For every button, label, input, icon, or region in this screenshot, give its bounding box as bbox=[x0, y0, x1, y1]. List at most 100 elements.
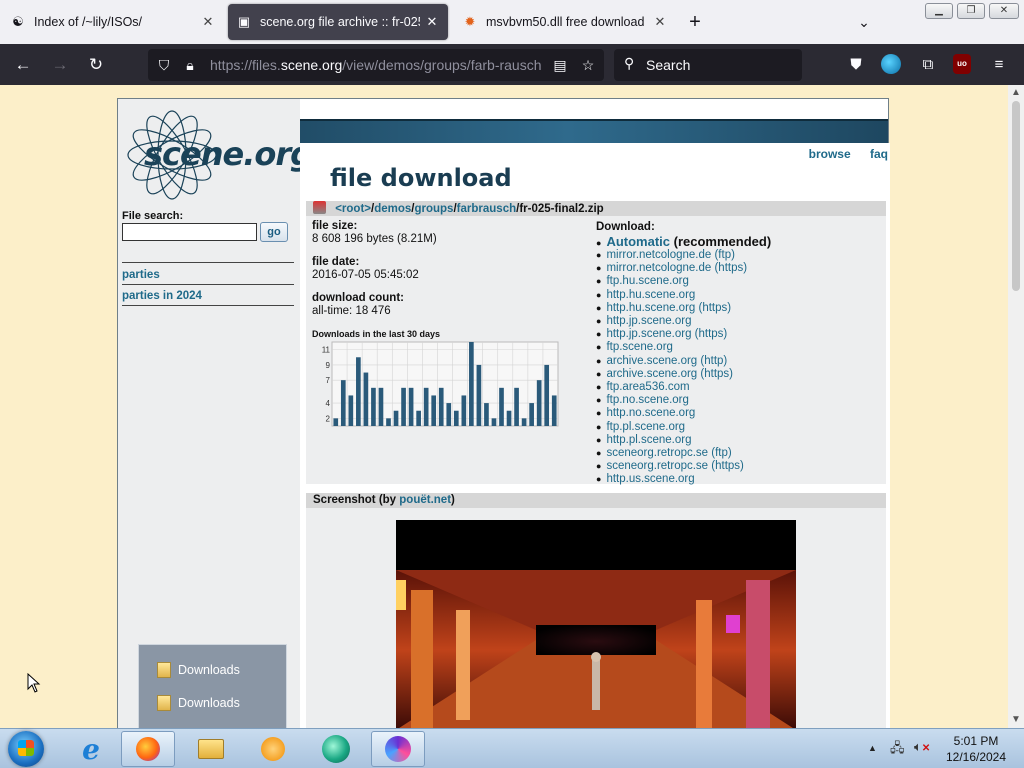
bullet: ● bbox=[596, 342, 602, 353]
tab-close-icon[interactable]: ✕ bbox=[200, 14, 216, 30]
extension-globe-icon[interactable] bbox=[881, 54, 903, 76]
network-icon[interactable]: 🖧︎ bbox=[890, 739, 908, 755]
pocket-icon[interactable]: ⛊ bbox=[845, 54, 867, 76]
taskbar-app-icon[interactable] bbox=[371, 731, 425, 767]
mirror-link[interactable]: ● archive.scene.org (https) bbox=[596, 368, 881, 381]
chart-y-tick-label: 9 bbox=[326, 361, 331, 370]
address-bar[interactable]: ⛉ 🔒︎ https://files.scene.org/view/demos/… bbox=[148, 49, 604, 81]
chart-bar bbox=[484, 403, 489, 426]
nav-link-faq[interactable]: faq bbox=[870, 147, 888, 161]
mirror-link[interactable]: ● http.hu.scene.org (https) bbox=[596, 302, 881, 315]
internet-explorer-icon[interactable]: e bbox=[64, 731, 118, 767]
screenshot-panel bbox=[306, 508, 886, 728]
screenshot-header: Screenshot (by pouët.net) bbox=[306, 493, 886, 508]
system-clock[interactable]: 5:01 PM 12/16/2024 bbox=[938, 733, 1014, 765]
window-restore-button[interactable]: ❐ bbox=[957, 3, 985, 19]
mirror-link[interactable]: ● sceneorg.retropc.se (https) bbox=[596, 460, 881, 473]
media-player-icon[interactable] bbox=[246, 731, 300, 767]
tab-scene-org[interactable]: ▣ scene.org file archive :: fr-025-fi ✕ bbox=[228, 4, 448, 40]
bullet: ● bbox=[596, 448, 602, 459]
mirror-link[interactable]: ● ftp.area536.com bbox=[596, 381, 881, 394]
start-button[interactable] bbox=[8, 731, 44, 767]
bookmark-star-icon[interactable]: ☆ bbox=[578, 55, 598, 75]
breadcrumb-demos[interactable]: demos bbox=[374, 203, 411, 215]
mirror-link[interactable]: ● http.hu.scene.org bbox=[596, 289, 881, 302]
sidebar-link-parties-2024[interactable]: parties in 2024 bbox=[122, 290, 202, 302]
search-box[interactable]: ⚲ Search bbox=[614, 49, 802, 81]
downloads-item[interactable]: Downloads bbox=[157, 661, 240, 679]
reload-icon[interactable]: ↻ bbox=[83, 52, 109, 78]
tab-close-icon[interactable]: ✕ bbox=[652, 14, 668, 30]
mirror-link[interactable]: ● http.no.scene.org bbox=[596, 407, 881, 420]
window-minimize-button[interactable]: ▁ bbox=[925, 3, 953, 19]
mirror-link[interactable]: ● ftp.scene.org bbox=[596, 341, 881, 354]
tab-lily-isos[interactable]: ☯ Index of /~lily/ISOs/ ✕ bbox=[2, 4, 224, 40]
sidebar-link-parties[interactable]: parties bbox=[122, 269, 160, 281]
volume-muted-icon[interactable]: 🔈︎✕ bbox=[914, 739, 932, 755]
bullet: ● bbox=[596, 368, 602, 379]
breadcrumb-farbrausch[interactable]: farbrausch bbox=[457, 203, 516, 215]
mirror-link[interactable]: ● http.jp.scene.org bbox=[596, 315, 881, 328]
tab-favicon-icon: ▣ bbox=[237, 14, 251, 29]
url-text[interactable]: https://files.scene.org/view/demos/group… bbox=[210, 57, 544, 73]
vertical-scrollbar[interactable]: ▲ ▼ bbox=[1008, 85, 1024, 728]
firefox-icon[interactable] bbox=[121, 731, 175, 767]
breadcrumb-groups[interactable]: groups bbox=[414, 203, 453, 215]
chart-bar bbox=[469, 342, 474, 426]
tab-title: Index of /~lily/ISOs/ bbox=[34, 15, 143, 29]
list-all-tabs-chevron-down-icon[interactable]: ⌄ bbox=[852, 10, 876, 34]
show-hidden-icons-icon[interactable]: ▲ bbox=[868, 743, 877, 753]
mirror-link[interactable]: ● http.jp.scene.org (https) bbox=[596, 328, 881, 341]
mirror-link[interactable]: ● http.pl.scene.org bbox=[596, 434, 881, 447]
hamburger-menu-icon[interactable]: ≡ bbox=[988, 54, 1010, 76]
lock-icon[interactable]: 🔒︎ bbox=[180, 55, 200, 75]
mirror-list: ● mirror.netcologne.de (ftp) ● mirror.netco… bbox=[596, 249, 881, 487]
scrollbar-thumb[interactable] bbox=[1012, 101, 1020, 291]
file-search-input[interactable] bbox=[122, 223, 257, 241]
mirror-link[interactable]: ● archive.scene.org (http) bbox=[596, 355, 881, 368]
taskbar-app-icon[interactable] bbox=[309, 731, 363, 767]
chart-bar bbox=[401, 387, 406, 426]
tracking-shield-icon[interactable]: ⛉ bbox=[154, 55, 174, 75]
download-automatic: ● Automatic (recommended) bbox=[596, 234, 881, 249]
file-explorer-icon[interactable] bbox=[184, 731, 238, 767]
scroll-up-icon[interactable]: ▲ bbox=[1008, 85, 1024, 101]
ublock-origin-icon[interactable]: uo bbox=[953, 54, 975, 76]
tab-close-icon[interactable]: ✕ bbox=[424, 14, 440, 30]
forward-arrow-icon[interactable]: → bbox=[47, 52, 73, 78]
bullet: ● bbox=[596, 474, 602, 485]
automatic-download-link[interactable]: Automatic bbox=[606, 234, 670, 249]
extensions-puzzle-icon[interactable]: ⧉ bbox=[917, 54, 939, 76]
breadcrumb-file: fr-025-final2.zip bbox=[519, 203, 604, 215]
mirror-link[interactable]: ● sceneorg.retropc.se (ftp) bbox=[596, 447, 881, 460]
chart-y-tick-label: 11 bbox=[322, 346, 331, 355]
top-nav: browse faq bbox=[793, 147, 888, 161]
bullet: ● bbox=[596, 316, 602, 327]
mirror-link[interactable]: ● mirror.netcologne.de (ftp) bbox=[596, 249, 881, 262]
file-archive-icon bbox=[313, 201, 326, 214]
page-title: file download bbox=[330, 164, 512, 192]
mirror-link[interactable]: ● ftp.pl.scene.org bbox=[596, 421, 881, 434]
mirror-link[interactable]: ● ftp.hu.scene.org bbox=[596, 275, 881, 288]
window-close-button[interactable]: ✕ bbox=[989, 3, 1019, 19]
back-arrow-icon[interactable]: ← bbox=[10, 52, 36, 78]
chart-bar bbox=[423, 387, 429, 426]
downloads-item[interactable]: Downloads bbox=[157, 694, 240, 712]
file-size-value: 8 608 196 bytes (8.21M) bbox=[312, 233, 437, 245]
reader-view-icon[interactable]: ▤ bbox=[550, 55, 570, 75]
new-tab-button[interactable]: + bbox=[684, 8, 706, 36]
scroll-down-icon[interactable]: ▼ bbox=[1008, 712, 1024, 728]
bullet: ● bbox=[596, 302, 602, 313]
chart-bar bbox=[393, 410, 399, 426]
mirror-link[interactable]: ● ftp.no.scene.org bbox=[596, 394, 881, 407]
chart-bar bbox=[431, 395, 437, 426]
breadcrumb-root[interactable]: <root> bbox=[335, 203, 371, 215]
mirror-link[interactable]: ● mirror.netcologne.de (https) bbox=[596, 262, 881, 275]
tab-msvbvm50[interactable]: ✹ msvbvm50.dll free download | D ✕ bbox=[454, 4, 676, 40]
pouet-link[interactable]: pouët.net bbox=[399, 494, 451, 506]
mirror-link[interactable]: ● http.us.scene.org bbox=[596, 473, 881, 486]
download-label: Download: bbox=[596, 221, 655, 233]
nav-link-browse[interactable]: browse bbox=[809, 147, 851, 161]
demo-screenshot[interactable] bbox=[396, 520, 796, 728]
go-button[interactable]: go bbox=[260, 222, 288, 242]
